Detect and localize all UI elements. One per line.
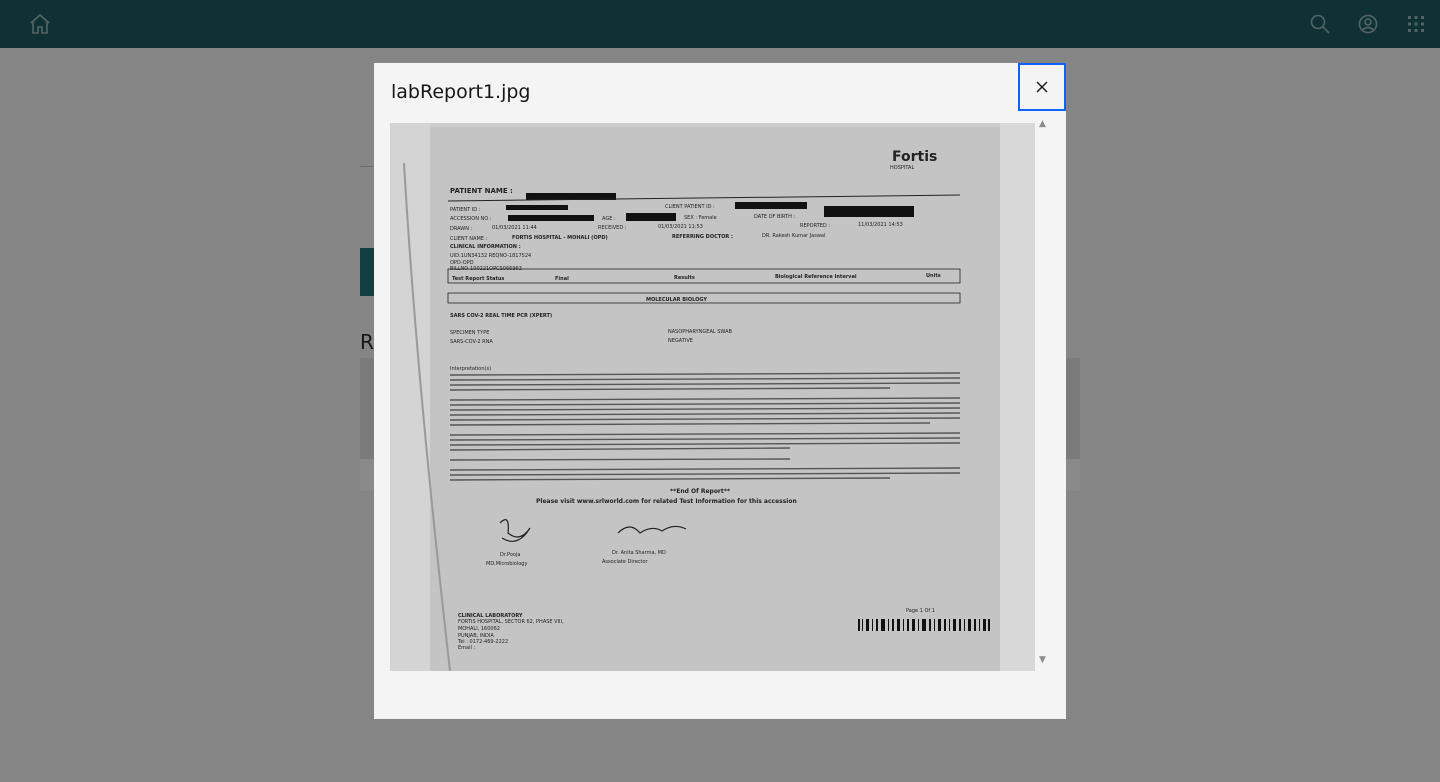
report-text: Units bbox=[926, 273, 941, 279]
report-text: SPECIMEN TYPE bbox=[450, 330, 489, 336]
report-text: Biological Reference Interval bbox=[775, 274, 857, 280]
report-text: SARS-COV-2 RNA bbox=[450, 339, 493, 345]
report-text: NEGATIVE bbox=[668, 338, 693, 344]
report-text: MOLECULAR BIOLOGY bbox=[646, 297, 707, 303]
report-text: Dr. Anita Sharma, MD bbox=[612, 550, 666, 556]
scroll-up-arrow-icon[interactable]: ▲ bbox=[1039, 119, 1046, 129]
report-text: UID:1UN34132 REQNO-1817524 bbox=[450, 253, 531, 259]
report-text: MD,Microbiology bbox=[486, 561, 527, 567]
report-text: NASOPHARYNGEAL SWAB bbox=[668, 329, 733, 335]
logo-subtext: HOSPITAL bbox=[890, 165, 914, 171]
scroll-down-arrow-icon[interactable]: ▼ bbox=[1039, 655, 1046, 665]
report-text: **End Of Report** bbox=[670, 488, 731, 495]
report-text: FORTIS HOSPITAL - MOHALI (OPD) bbox=[512, 235, 608, 241]
barcode bbox=[858, 619, 990, 631]
report-text: DATE OF BIRTH : bbox=[754, 214, 795, 220]
report-text: Please visit www.srlworld.com for relate… bbox=[536, 498, 797, 505]
report-text: FORTIS HOSPITAL, SECTOR 62, PHASE VIII, bbox=[458, 619, 564, 625]
report-text: PATIENT NAME : bbox=[450, 187, 513, 195]
report-text: CLINICAL INFORMATION : bbox=[450, 244, 521, 250]
report-text: Final bbox=[555, 276, 569, 282]
report-text: PATIENT ID : bbox=[450, 207, 481, 213]
lab-report-image: Fortis HOSPITAL PATIENT NAME : PATIENT I… bbox=[390, 123, 1035, 671]
report-text: AGE : bbox=[602, 216, 616, 222]
report-text: Dr.Pooja bbox=[500, 552, 520, 558]
report-text: ACCESSION NO : bbox=[450, 216, 492, 222]
report-text: Interpretation(s) bbox=[450, 366, 491, 372]
report-text: DR. Rakesh Kumar Jaswal bbox=[762, 233, 825, 239]
report-text: CLIENT NAME : bbox=[450, 236, 488, 242]
report-text: SEX : Female bbox=[684, 215, 717, 221]
image-preview-modal: labReport1.jpg Fortis HOSPITAL PATIENT N… bbox=[374, 63, 1066, 719]
report-text: RECEIVED : bbox=[598, 225, 627, 231]
report-text: 01/03/2021 11:53 bbox=[658, 224, 703, 230]
report-text: SARS COV-2 REAL TIME PCR (XPERT) bbox=[450, 313, 552, 319]
close-icon bbox=[1036, 81, 1048, 93]
report-text: Email : bbox=[458, 645, 475, 651]
report-text: 11/03/2021 14:53 bbox=[858, 222, 903, 228]
image-viewer[interactable]: Fortis HOSPITAL PATIENT NAME : PATIENT I… bbox=[390, 119, 1050, 671]
report-text: Results bbox=[674, 275, 695, 281]
report-text: MOHALI, 160062 bbox=[458, 626, 500, 632]
report-text: DRAWN : bbox=[450, 226, 473, 232]
close-button[interactable] bbox=[1018, 63, 1066, 111]
logo-text: Fortis bbox=[892, 149, 937, 165]
report-text: Page 1 Of 1 bbox=[906, 608, 935, 614]
report-text: CLIENT PATIENT ID : bbox=[665, 204, 715, 210]
report-text: Test Report Status bbox=[452, 276, 504, 282]
report-text: REPORTED : bbox=[800, 223, 830, 229]
report-text: Associate Director bbox=[602, 559, 649, 565]
report-text: REFERRING DOCTOR : bbox=[672, 234, 733, 240]
modal-title: labReport1.jpg bbox=[391, 81, 531, 103]
report-text: 01/03/2021 11:44 bbox=[492, 225, 537, 231]
